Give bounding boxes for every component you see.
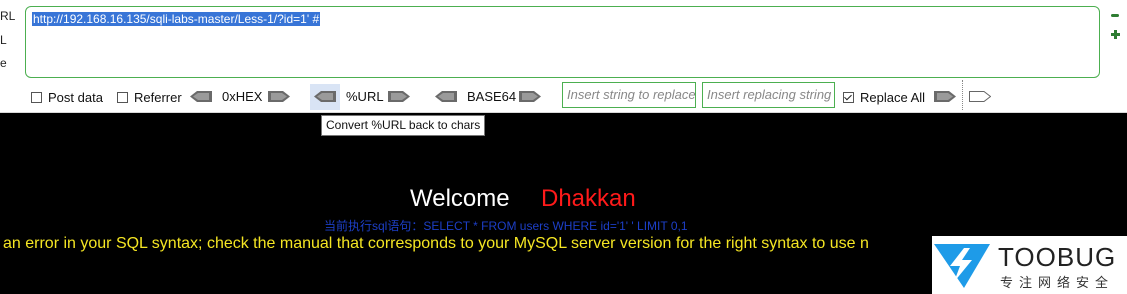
lightning-logo-icon — [934, 244, 990, 288]
url-textarea[interactable]: http://192.168.16.135/sqli-labs-master/L… — [25, 6, 1100, 78]
checkbox-box[interactable] — [31, 92, 42, 103]
watermark-subtitle: 专注网络安全 — [1000, 275, 1115, 290]
checkbox-box[interactable] — [117, 92, 128, 103]
minus-icon[interactable] — [1111, 14, 1119, 17]
replace-all-checkbox[interactable]: Replace All — [843, 90, 925, 105]
referrer-label: Referrer — [134, 90, 182, 105]
arrow-right-outline-icon[interactable] — [969, 91, 991, 102]
welcome-text: Welcome — [410, 185, 510, 212]
checkbox-checked[interactable] — [843, 92, 854, 103]
side-label: e — [0, 56, 7, 70]
sql-query-text: 当前执行sql语句：SELECT * FROM users WHERE id='… — [324, 219, 688, 233]
sql-error-text: an error in your SQL syntax; check the m… — [3, 235, 869, 252]
hackbar-controls-row: Post data Referrer 0xHEX %URL BASE64 Ins… — [0, 80, 1127, 110]
referrer-checkbox[interactable]: Referrer — [117, 90, 182, 105]
post-data-label: Post data — [48, 90, 103, 105]
hex-label[interactable]: 0xHEX — [222, 89, 262, 104]
welcome-name: Dhakkan — [541, 185, 636, 212]
watermark: TOOBUG 专注网络安全 — [932, 236, 1127, 294]
side-label: RL — [0, 9, 16, 23]
arrow-left-icon[interactable] — [314, 91, 336, 102]
replace-all-label: Replace All — [860, 90, 926, 105]
tooltip: Convert %URL back to chars — [321, 115, 486, 136]
url-text-selected[interactable]: http://192.168.16.135/sqli-labs-master/L… — [32, 12, 321, 26]
divider — [962, 80, 963, 110]
arrow-right-icon[interactable] — [388, 91, 410, 102]
post-data-checkbox[interactable]: Post data — [31, 90, 103, 105]
side-label: L — [0, 33, 7, 47]
watermark-name: TOOBUG — [998, 242, 1117, 272]
arrow-left-icon[interactable] — [435, 91, 457, 102]
replacing-string-input[interactable]: Insert replacing string — [702, 82, 835, 108]
url-encode-label[interactable]: %URL — [346, 89, 384, 104]
arrow-right-icon[interactable] — [268, 91, 290, 102]
arrow-right-icon[interactable] — [519, 91, 541, 102]
arrow-left-icon[interactable] — [190, 91, 212, 102]
plus-icon[interactable] — [1111, 30, 1120, 39]
insert-string-input[interactable]: Insert string to replace — [562, 82, 696, 108]
arrow-right-icon[interactable] — [934, 91, 956, 102]
hackbar-toolbar: RL L e http://192.168.16.135/sqli-labs-m… — [0, 0, 1127, 113]
base64-label[interactable]: BASE64 — [467, 89, 516, 104]
